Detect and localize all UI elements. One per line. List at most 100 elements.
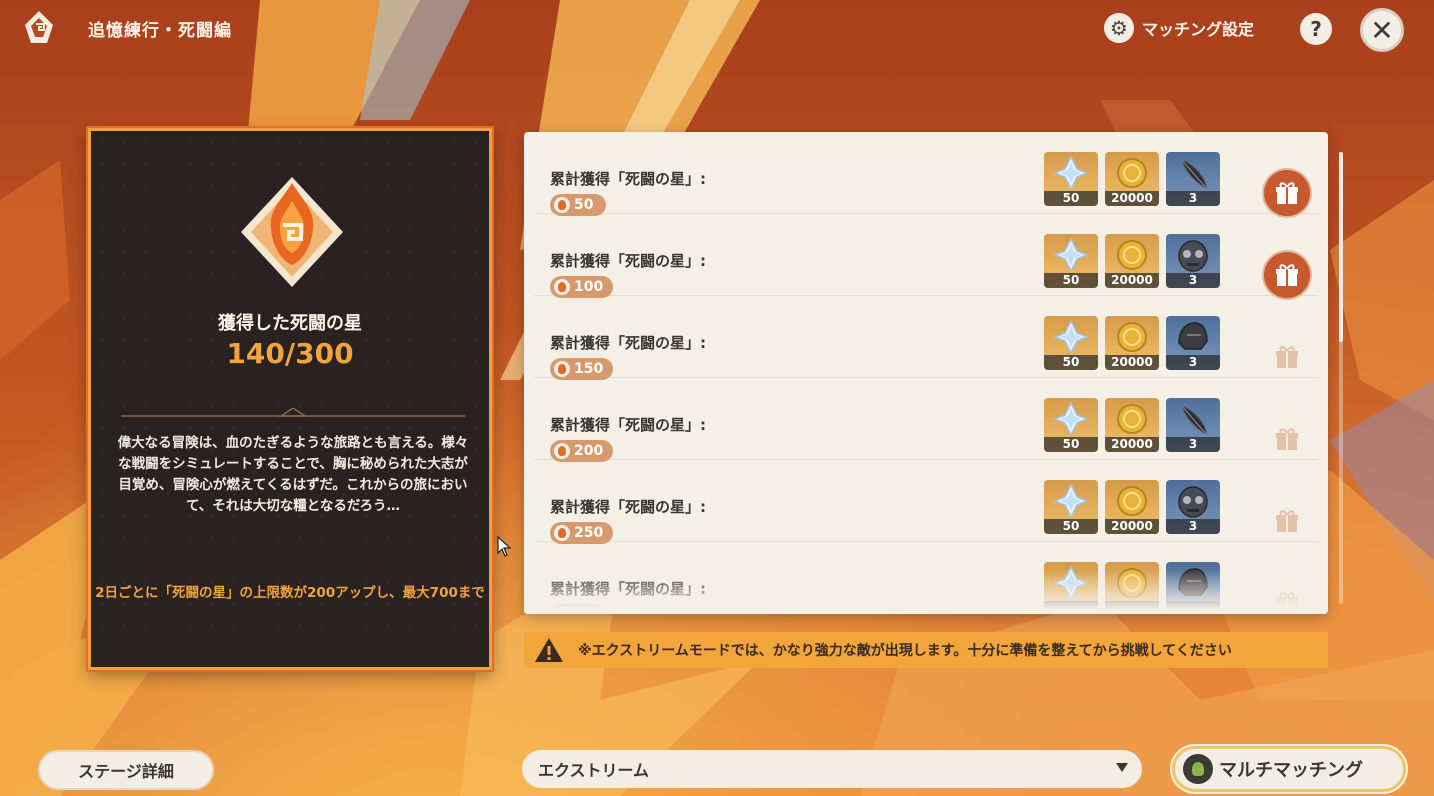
reward-item-count: 20000 (1105, 437, 1159, 452)
multi-matching-button[interactable]: マルチマッチング (1172, 746, 1406, 792)
reward-items: 50 20000 3 (1044, 234, 1220, 288)
matching-settings-button[interactable]: ⚙ マッチング設定 (1104, 13, 1254, 43)
reward-items: 50 20000 3 (1044, 398, 1220, 452)
chevron-down-icon (1116, 763, 1128, 772)
primogem-icon (1053, 483, 1089, 519)
mask-material-icon (1178, 486, 1208, 518)
gear-icon: ⚙ (1104, 13, 1134, 43)
mora-coin-icon (1117, 486, 1147, 516)
reward-row: 累計獲得「死闘の星」: 150 50 20000 3 (534, 296, 1318, 380)
reward-item-count: 20000 (1105, 519, 1159, 534)
reward-item-mora-coin[interactable]: 20000 (1105, 398, 1159, 452)
reward-item-count: 50 (1044, 519, 1098, 534)
duel-star-emblem-icon (233, 173, 351, 291)
help-button[interactable]: ? (1300, 13, 1332, 45)
primogem-icon (1053, 237, 1089, 273)
reward-row-label: 累計獲得「死闘の星」: (550, 498, 706, 516)
reward-item-mora-coin[interactable]: 20000 (1105, 152, 1159, 206)
reward-item-count: 50 (1044, 355, 1098, 370)
duel-star-icon (554, 197, 570, 213)
reward-item-count: 20000 (1105, 273, 1159, 288)
reward-row: 累計獲得「死闘の星」: 250 50 20000 3 (534, 460, 1318, 544)
reward-item-count: 3 (1166, 191, 1220, 206)
difficulty-select-value: エクストリーム (538, 761, 650, 780)
reward-item-mask-material[interactable]: 3 (1166, 234, 1220, 288)
game-logo-icon (22, 10, 56, 46)
reward-item-count: 50 (1044, 191, 1098, 206)
star-summary-panel: 獲得した死闘の星 140/300 偉大なる冒険は、血のたぎるような旅路とも言える… (88, 128, 492, 670)
reward-row-label: 累計獲得「死闘の星」: (550, 334, 706, 352)
close-button[interactable]: ✕ (1360, 8, 1404, 52)
reward-threshold-badge: 150 (550, 358, 614, 380)
reward-list-scroll-thumb[interactable] (1339, 152, 1343, 342)
reward-threshold-badge: 250 (550, 522, 614, 544)
gift-icon (1276, 264, 1298, 286)
warning-icon (535, 638, 563, 662)
star-limit-note: 2日ごとに「死闘の星」の上限数が200アップし、最大700まで (95, 585, 485, 601)
multi-matching-label: マルチマッチング (1219, 760, 1363, 781)
ornament-divider (121, 405, 465, 417)
mora-coin-icon (1117, 158, 1147, 188)
locked-reward-button[interactable] (1264, 498, 1310, 544)
reward-item-primogem[interactable]: 50 (1044, 152, 1098, 206)
warning-text: ※エクストリームモードでは、かなり強力な敵が出現します。十分に準備を整えてから挑… (578, 643, 1232, 659)
mora-coin-icon (1117, 240, 1147, 270)
reward-threshold-value: 150 (574, 361, 604, 377)
reward-item-mora-coin[interactable]: 20000 (1105, 316, 1159, 370)
reward-items: 50 20000 3 (1044, 480, 1220, 534)
feather-material-icon (1180, 158, 1208, 190)
reward-threshold-value: 250 (574, 525, 604, 541)
reward-item-count: 3 (1166, 273, 1220, 288)
multiplayer-icon (1183, 754, 1213, 784)
gift-icon (1276, 182, 1298, 204)
reward-threshold-badge: 100 (550, 276, 614, 298)
reward-row: 累計獲得「死闘の星」: 100 50 20000 3 (534, 214, 1318, 298)
reward-items: 50 20000 3 (1044, 152, 1220, 206)
reward-item-count: 3 (1166, 519, 1220, 534)
earned-stars-label: 獲得した死闘の星 (218, 313, 362, 334)
claim-reward-button[interactable] (1264, 170, 1310, 216)
mask-material-icon (1178, 240, 1208, 272)
primogem-icon (1053, 401, 1089, 437)
reward-item-helmet-material[interactable]: 3 (1166, 316, 1220, 370)
primogem-icon (1053, 319, 1089, 355)
reward-threshold-badge: 200 (550, 440, 614, 462)
reward-threshold-value: 100 (574, 279, 604, 295)
reward-threshold-badge: 50 (550, 194, 606, 216)
stage-details-button[interactable]: ステージ詳細 (38, 750, 214, 790)
reward-item-primogem[interactable]: 50 (1044, 398, 1098, 452)
mora-coin-icon (1117, 322, 1147, 352)
mode-description: 偉大なる冒険は、血のたぎるような旅路とも言える。様々な戦闘をシミュレートすること… (117, 435, 469, 514)
matching-settings-label: マッチング設定 (1142, 20, 1255, 39)
reward-item-mora-coin[interactable]: 20000 (1105, 480, 1159, 534)
helmet-material-icon (1178, 322, 1208, 350)
reward-threshold-value: 200 (574, 443, 604, 459)
locked-reward-button[interactable] (1264, 334, 1310, 380)
gift-icon (1276, 428, 1298, 450)
difficulty-select[interactable]: エクストリーム (522, 750, 1142, 788)
reward-item-mora-coin[interactable]: 20000 (1105, 234, 1159, 288)
reward-threshold-value: 50 (574, 197, 594, 213)
reward-row-label: 累計獲得「死闘の星」: (550, 252, 706, 270)
mora-coin-icon (1117, 404, 1147, 434)
mouse-cursor-icon (497, 536, 511, 557)
reward-list-panel[interactable]: 累計獲得「死闘の星」: 50 50 20000 3 累計獲得「死闘の星」: 100 50 200… (524, 132, 1328, 614)
feather-material-icon (1180, 404, 1208, 436)
locked-reward-button[interactable] (1264, 416, 1310, 462)
reward-item-feather-material[interactable]: 3 (1166, 398, 1220, 452)
list-fade-overlay (524, 570, 1328, 614)
earned-stars-value: 140/300 (226, 337, 354, 370)
reward-row: 累計獲得「死闘の星」: 50 50 20000 3 (534, 132, 1318, 216)
reward-item-mask-material[interactable]: 3 (1166, 480, 1220, 534)
primogem-icon (1053, 155, 1089, 191)
duel-star-icon (554, 279, 570, 295)
reward-item-count: 50 (1044, 273, 1098, 288)
claim-reward-button[interactable] (1264, 252, 1310, 298)
reward-item-primogem[interactable]: 50 (1044, 316, 1098, 370)
duel-star-icon (554, 361, 570, 377)
reward-items: 50 20000 3 (1044, 316, 1220, 370)
reward-item-feather-material[interactable]: 3 (1166, 152, 1220, 206)
reward-item-count: 50 (1044, 437, 1098, 452)
reward-item-primogem[interactable]: 50 (1044, 234, 1098, 288)
reward-item-primogem[interactable]: 50 (1044, 480, 1098, 534)
